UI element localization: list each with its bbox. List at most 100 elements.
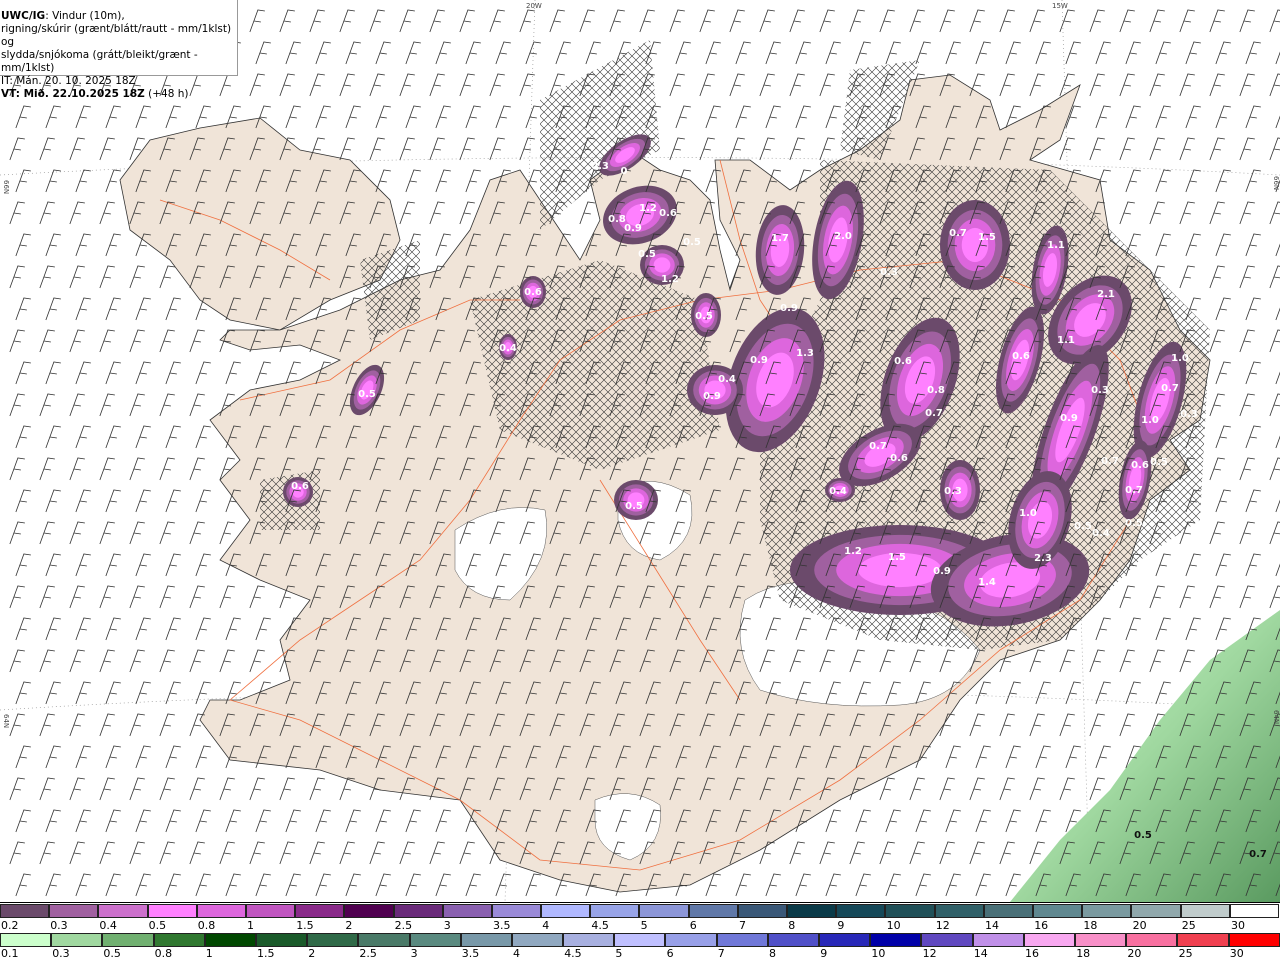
precip-value-label: 1.5 — [978, 232, 996, 243]
precip-value-label: 0.9 — [933, 566, 951, 577]
legend_snow-swatch — [442, 904, 492, 918]
legend_rain-label: 4.5 — [564, 947, 582, 960]
legend_rain-swatch — [409, 933, 461, 947]
precip-value-label: 0.7 — [1161, 383, 1179, 394]
legend_snow-label: 0.4 — [99, 919, 117, 932]
product-line1: : Vindur (10m), — [45, 10, 125, 22]
legend_rain-label: 8 — [769, 947, 776, 960]
precip-value-label: 0 — [621, 166, 628, 177]
legend_snow-swatch — [295, 904, 345, 918]
precip-value-label: 0.9 — [1060, 413, 1078, 424]
precip-value-label: 1.2 — [661, 274, 679, 285]
legend_rain-label: 0.1 — [1, 947, 19, 960]
legend_snow-label: 0.3 — [50, 919, 68, 932]
legend_rain-swatch — [921, 933, 973, 947]
precip-value-label: 0.7 — [925, 408, 943, 419]
legend_snow-label: 5 — [640, 919, 648, 932]
legend_snow-swatch — [49, 904, 99, 918]
legend_snow-swatch — [393, 904, 443, 918]
precip-value-label: 1.1 — [1047, 240, 1065, 251]
legend_rain-swatch — [1126, 933, 1178, 947]
precip-value-label: 2.3 — [1034, 553, 1052, 564]
legend_rain-label: 4 — [513, 947, 520, 960]
legend_snow-label: 4.5 — [591, 919, 609, 932]
legend_rain-swatch — [153, 933, 205, 947]
legend_snow-swatch — [196, 904, 246, 918]
legend_rain-swatch — [102, 933, 154, 947]
precip-value-label: 0.6 — [291, 481, 309, 492]
legend_rain-label: 0.8 — [154, 947, 173, 960]
precip-value-label: 0.7 — [1249, 849, 1267, 860]
legend_rain-swatch — [870, 933, 922, 947]
legend_rain-label: 25 — [1178, 947, 1193, 960]
precip-value-label: 0.5 — [358, 389, 376, 400]
legend_snow-label: 14 — [985, 919, 999, 932]
lon-label-15w: 15W — [1052, 2, 1068, 10]
legend_snow-label: 6 — [689, 919, 697, 932]
weather-map[interactable]: 0.3 00.81.20.90.60.50.51.20.60.40.50.50.6… — [0, 0, 1280, 902]
precip-value-label: 0.5 — [683, 237, 701, 248]
precip-value-label: 0.5 — [1134, 830, 1152, 841]
legend_snow-swatch — [245, 904, 296, 918]
legend_snow-label: 4 — [542, 919, 550, 932]
map-info-box: UWC/IG: Vindur (10m), rigning/skúrir (gr… — [0, 0, 238, 100]
legend_rain-swatch — [972, 933, 1024, 947]
legend_snow-swatch — [836, 904, 886, 918]
precip-value-label: 0.3 — [880, 267, 898, 278]
precip-value-label: 0.5 — [1150, 457, 1168, 468]
legend_rain-label: 5 — [615, 947, 623, 960]
legend_snow-swatch — [737, 904, 787, 918]
legend_snow-label: 20 — [1132, 919, 1147, 932]
legend_snow-label: 3.5 — [493, 919, 511, 932]
legend_rain-swatch — [819, 933, 871, 947]
legend_rain-label: 16 — [1025, 947, 1039, 960]
precip-value-label: 0.5 — [1074, 521, 1092, 532]
precip-value-label: 0.5 — [625, 501, 643, 512]
legend_rain-swatch — [307, 933, 359, 947]
legend_snow-swatch — [1082, 904, 1132, 918]
product-line2: rigning/skúrir (grænt/blátt/rautt - mm/1… — [1, 23, 232, 48]
legend_rain-label: 7 — [717, 947, 725, 960]
legend_rain-label: 30 — [1229, 947, 1244, 960]
precip-value-label: 0.7 — [1101, 456, 1119, 467]
legend_rain-label: 0.3 — [52, 947, 70, 960]
legend_rain-label: 10 — [871, 947, 886, 960]
precip-value-label: 1.0 — [1171, 353, 1189, 364]
legend_snow-swatch — [639, 904, 689, 918]
legend_rain-swatch — [1074, 933, 1127, 947]
legend_rain-label: 9 — [820, 947, 828, 960]
legend_rain-swatch — [51, 933, 103, 947]
precip-value-label: 0.7 — [869, 441, 887, 452]
precip-value-label: 0.3 — [944, 486, 962, 497]
legend_snow-swatch — [1131, 904, 1181, 918]
legend_rain-swatch — [614, 933, 666, 947]
precip-value-label: 0.5 — [638, 249, 656, 260]
legend_rain-swatch — [460, 933, 512, 947]
legend_rain-swatch — [563, 933, 615, 947]
precip-value-label: 0.6 — [894, 356, 912, 367]
legend_rain-swatch — [1228, 933, 1280, 947]
legend_snow-label: 1 — [247, 919, 254, 932]
legend_snow-label: 7 — [739, 919, 746, 932]
legend_rain-swatch — [511, 933, 564, 947]
precip-value-label: 1.3 — [796, 348, 814, 359]
precip-value-label: 0.3 — [1091, 385, 1109, 396]
legend_snow-swatch — [1032, 904, 1083, 918]
legend_rain-swatch — [0, 933, 52, 947]
legend_rain-label: 1 — [205, 947, 213, 960]
legend_snow-swatch — [983, 904, 1033, 918]
lat-label-66n-right: 66N — [1272, 176, 1280, 190]
legend_rain-swatch — [716, 933, 768, 947]
precip-value-label: 0.4 — [499, 343, 517, 354]
legend_snow-label: 3 — [443, 919, 451, 932]
precip-value-label: 1.2 — [844, 546, 862, 557]
precip-value-label: 0.6 — [1131, 460, 1149, 471]
legend_snow-swatch — [541, 904, 591, 918]
legend_snow-label: 1.5 — [296, 919, 314, 932]
precip-value-label: 0.8 — [927, 385, 945, 396]
valid-time: VT: Mið. 22.10.2025 18Z — [1, 88, 145, 100]
precip-value-label: 1.5 — [888, 552, 906, 563]
precip-value-label: 0.3 — [1180, 409, 1198, 420]
precip-value-label: 0.6 — [524, 287, 542, 298]
legend_rain-swatch — [1177, 933, 1229, 947]
